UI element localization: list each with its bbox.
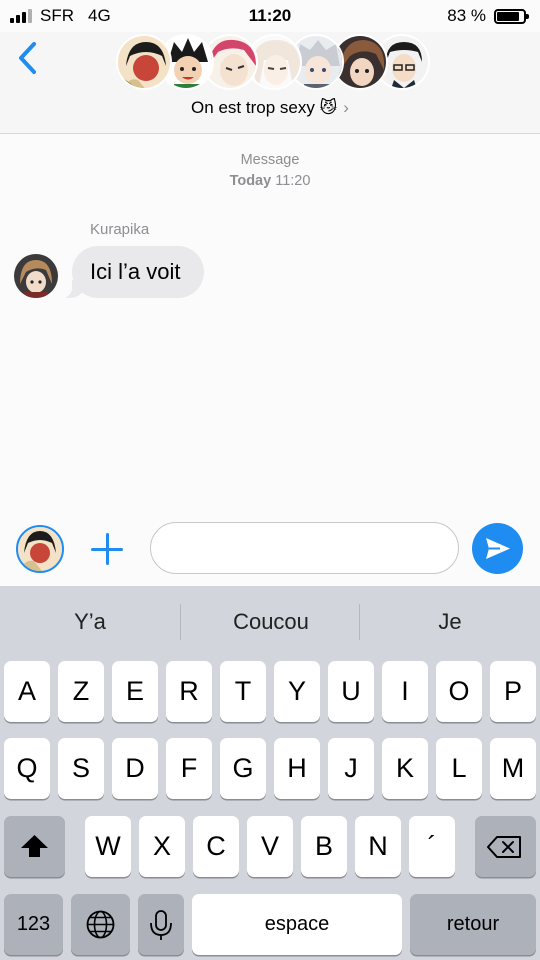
suggestion-3[interactable]: Je — [360, 586, 540, 658]
status-bar: SFR 4G 11:20 83 % — [0, 0, 540, 32]
shift-key[interactable] — [4, 816, 65, 877]
key-a[interactable]: A — [4, 661, 50, 722]
group-name-label: On est trop sexy 😼 — [191, 98, 338, 117]
message-bubble[interactable]: Ici l’a voit — [61, 246, 205, 298]
key-z[interactable]: Z — [58, 661, 104, 722]
key-i[interactable]: I — [382, 661, 428, 722]
battery-percent: 83 % — [447, 6, 486, 25]
key-u[interactable]: U — [328, 661, 374, 722]
key-accent[interactable]: ´ — [409, 816, 455, 877]
key-g[interactable]: G — [220, 738, 266, 799]
avatar — [116, 34, 172, 90]
key-p[interactable]: P — [490, 661, 536, 722]
globe-key[interactable] — [71, 894, 130, 955]
keyboard: Y’a Coucou Je A Z E R T Y U I O P Q S D … — [0, 586, 540, 960]
key-s[interactable]: S — [58, 738, 104, 799]
space-key[interactable]: espace — [192, 894, 402, 955]
key-c[interactable]: C — [193, 816, 239, 877]
key-e[interactable]: E — [112, 661, 158, 722]
service-label: Message — [240, 152, 300, 168]
key-b[interactable]: B — [301, 816, 347, 877]
group-name[interactable]: On est trop sexy 😼 › — [0, 98, 540, 118]
key-n[interactable]: N — [355, 816, 401, 877]
key-j[interactable]: J — [328, 738, 374, 799]
key-h[interactable]: H — [274, 738, 320, 799]
key-v[interactable]: V — [247, 816, 293, 877]
key-y[interactable]: Y — [274, 661, 320, 722]
chevron-right-icon: › — [343, 98, 349, 117]
shift-icon — [21, 835, 48, 857]
send-arrow-icon — [486, 538, 510, 559]
delete-icon — [487, 836, 521, 858]
avatar[interactable] — [16, 525, 64, 573]
return-key[interactable]: retour — [410, 894, 536, 955]
battery-icon — [494, 8, 529, 24]
key-x[interactable]: X — [139, 816, 185, 877]
avatar[interactable] — [14, 254, 58, 298]
time-label: 11:20 — [275, 173, 311, 189]
key-d[interactable]: D — [112, 738, 158, 799]
key-q[interactable]: Q — [4, 738, 50, 799]
message-sender: Kurapika — [90, 221, 150, 238]
key-m[interactable]: M — [490, 738, 536, 799]
microphone-key[interactable] — [138, 894, 184, 955]
timestamp: Today 11:20 — [0, 173, 540, 189]
key-l[interactable]: L — [436, 738, 482, 799]
key-r[interactable]: R — [166, 661, 212, 722]
microphone-icon — [150, 910, 172, 940]
numbers-key[interactable]: 123 — [4, 894, 63, 955]
suggestion-2[interactable]: Coucou — [181, 586, 361, 658]
globe-icon — [86, 910, 115, 939]
plus-icon[interactable] — [90, 532, 124, 566]
key-t[interactable]: T — [220, 661, 266, 722]
send-button[interactable] — [472, 523, 523, 574]
group-avatars[interactable] — [116, 34, 430, 92]
key-f[interactable]: F — [166, 738, 212, 799]
conversation-header: On est trop sexy 😼 › — [0, 32, 540, 134]
suggestion-1[interactable]: Y’a — [0, 586, 180, 658]
message-input[interactable] — [150, 522, 459, 574]
key-w[interactable]: W — [85, 816, 131, 877]
chevron-left-icon[interactable] — [16, 40, 40, 76]
key-o[interactable]: O — [436, 661, 482, 722]
date-label: Today — [229, 173, 272, 189]
key-k[interactable]: K — [382, 738, 428, 799]
delete-key[interactable] — [475, 816, 536, 877]
